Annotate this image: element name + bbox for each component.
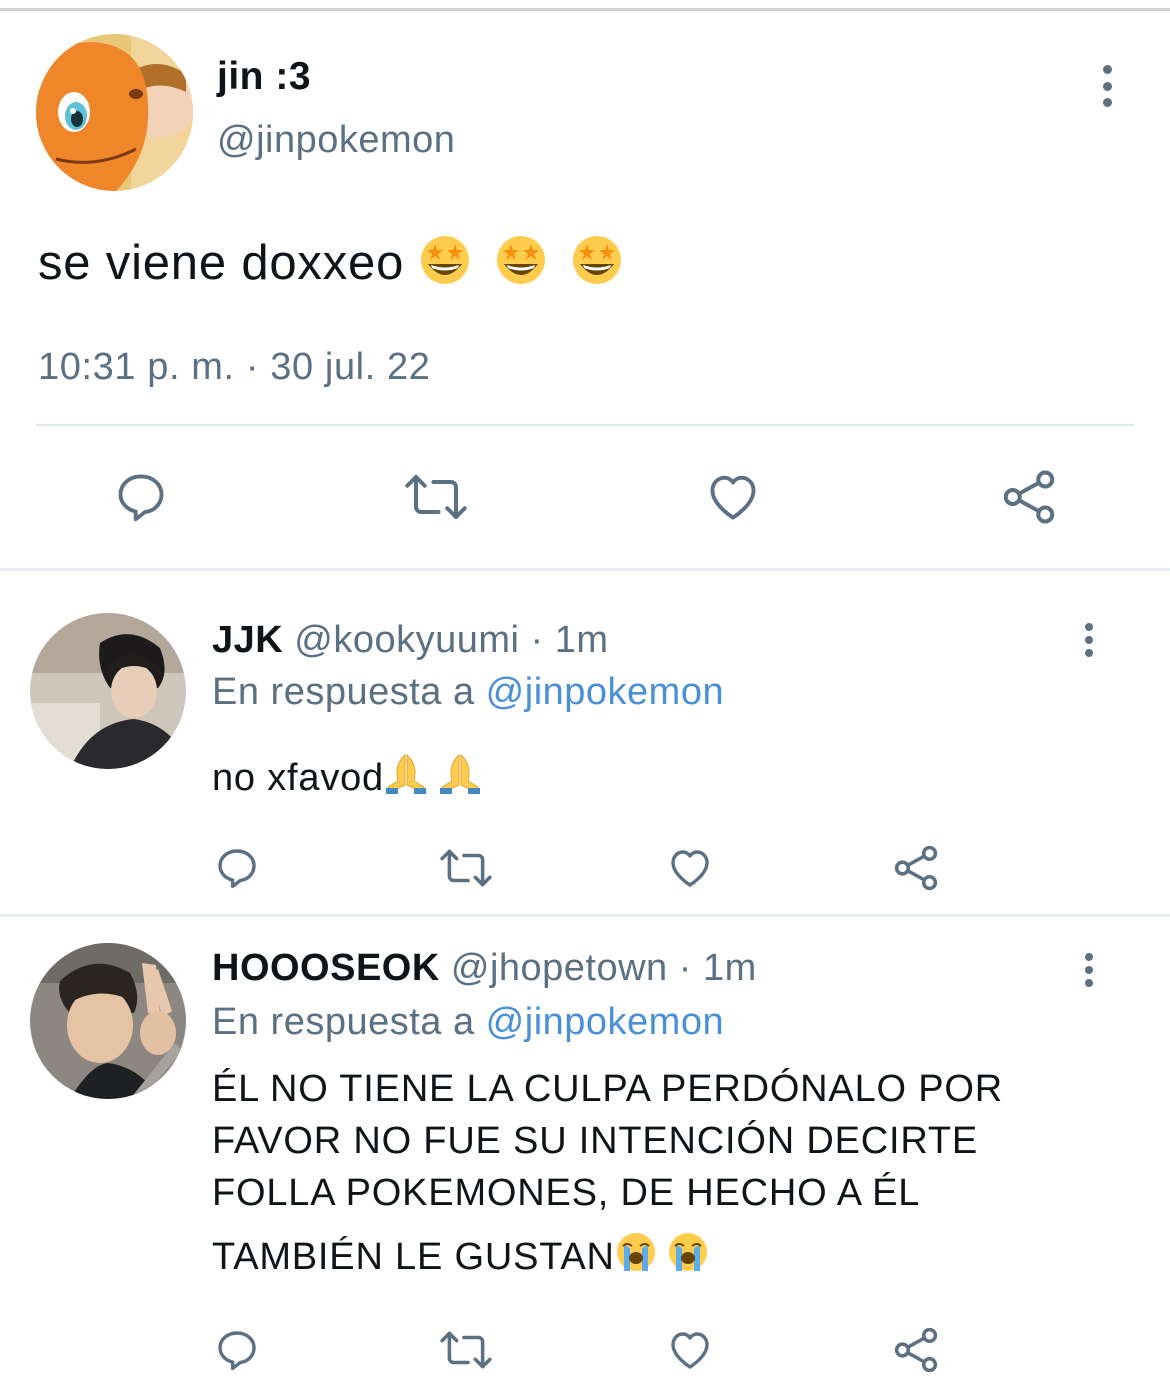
- main-tweet: jin :3 @jinpokemon se viene doxxeo 10:31…: [0, 11, 1170, 568]
- tweet-text: ÉL NO TIENE LA CULPA PERDÓNALO POR FAVOR…: [212, 1063, 1092, 1287]
- tweet-time[interactable]: 1m: [555, 619, 609, 661]
- avatar[interactable]: [36, 34, 193, 191]
- separator: ·: [519, 619, 555, 661]
- user-handle[interactable]: @jinpokemon: [217, 119, 455, 162]
- tweet-text: no xfavod: [212, 751, 1092, 809]
- reply-header: HOOOSEOK @jhopetown · 1m: [212, 947, 757, 990]
- tweet-body: se viene doxxeo: [38, 235, 405, 290]
- display-name[interactable]: HOOOSEOK: [212, 947, 440, 989]
- loudly-crying-emoji: [667, 1231, 709, 1287]
- user-handle[interactable]: @kookyuumi: [294, 619, 519, 661]
- tweet-body: no xfavod: [212, 757, 384, 800]
- mention-link[interactable]: @jinpokemon: [486, 1001, 724, 1043]
- text-line: ÉL NO TIENE LA CULPA PERDÓNALO POR: [212, 1068, 1003, 1110]
- display-name[interactable]: JJK: [212, 619, 283, 661]
- replying-prefix: En respuesta a: [212, 1001, 486, 1043]
- folded-hands-emoji: [384, 751, 428, 809]
- replying-to: En respuesta a @jinpokemon: [212, 671, 724, 714]
- more-options-icon[interactable]: [1075, 953, 1103, 987]
- share-icon[interactable]: [998, 466, 1060, 528]
- text-line-with-emoji: TAMBIÉN LE GUSTAN: [212, 1231, 1092, 1287]
- folded-hands-emoji: [438, 751, 482, 809]
- more-options-icon[interactable]: [1075, 623, 1103, 657]
- avatar[interactable]: [30, 613, 186, 769]
- tweet-actions: [0, 466, 1170, 526]
- retweet-icon[interactable]: [402, 466, 470, 528]
- star-struck-emoji: [571, 234, 623, 298]
- star-struck-emoji: [419, 234, 471, 298]
- loudly-crying-emoji: [615, 1231, 657, 1287]
- reply-icon[interactable]: [212, 1325, 262, 1375]
- tweet-text: se viene doxxeo: [38, 234, 623, 298]
- like-icon[interactable]: [665, 843, 715, 893]
- tweet-actions: [0, 1325, 1170, 1375]
- retweet-icon[interactable]: [438, 843, 494, 893]
- reply-tweet[interactable]: JJK @kookyuumi · 1m En respuesta a @jinp…: [0, 571, 1170, 914]
- share-icon[interactable]: [890, 843, 942, 893]
- star-struck-emoji: [495, 234, 547, 298]
- like-icon[interactable]: [665, 1325, 715, 1375]
- more-options-icon[interactable]: [1090, 65, 1124, 107]
- retweet-icon[interactable]: [438, 1325, 494, 1375]
- reply-tweet[interactable]: HOOOSEOK @jhopetown · 1m En respuesta a …: [0, 917, 1170, 1383]
- share-icon[interactable]: [890, 1325, 942, 1375]
- reply-icon[interactable]: [110, 466, 172, 528]
- display-name[interactable]: jin :3: [217, 55, 311, 99]
- tweet-time[interactable]: 1m: [703, 947, 757, 989]
- separator: ·: [667, 947, 703, 989]
- text-line: FOLLA POKEMONES, DE HECHO A ÉL: [212, 1172, 921, 1214]
- divider: [36, 424, 1134, 426]
- tweet-timestamp[interactable]: 10:31 p. m. · 30 jul. 22: [38, 346, 431, 389]
- text-line: TAMBIÉN LE GUSTAN: [212, 1236, 615, 1279]
- like-icon[interactable]: [702, 466, 764, 528]
- text-line: FAVOR NO FUE SU INTENCIÓN DECIRTE: [212, 1120, 979, 1162]
- reply-header: JJK @kookyuumi · 1m: [212, 619, 609, 662]
- reply-icon[interactable]: [212, 843, 262, 893]
- replying-prefix: En respuesta a: [212, 671, 486, 713]
- avatar[interactable]: [30, 943, 186, 1099]
- user-handle[interactable]: @jhopetown: [451, 947, 668, 989]
- replying-to: En respuesta a @jinpokemon: [212, 1001, 724, 1044]
- mention-link[interactable]: @jinpokemon: [486, 671, 724, 713]
- tweet-actions: [0, 843, 1170, 893]
